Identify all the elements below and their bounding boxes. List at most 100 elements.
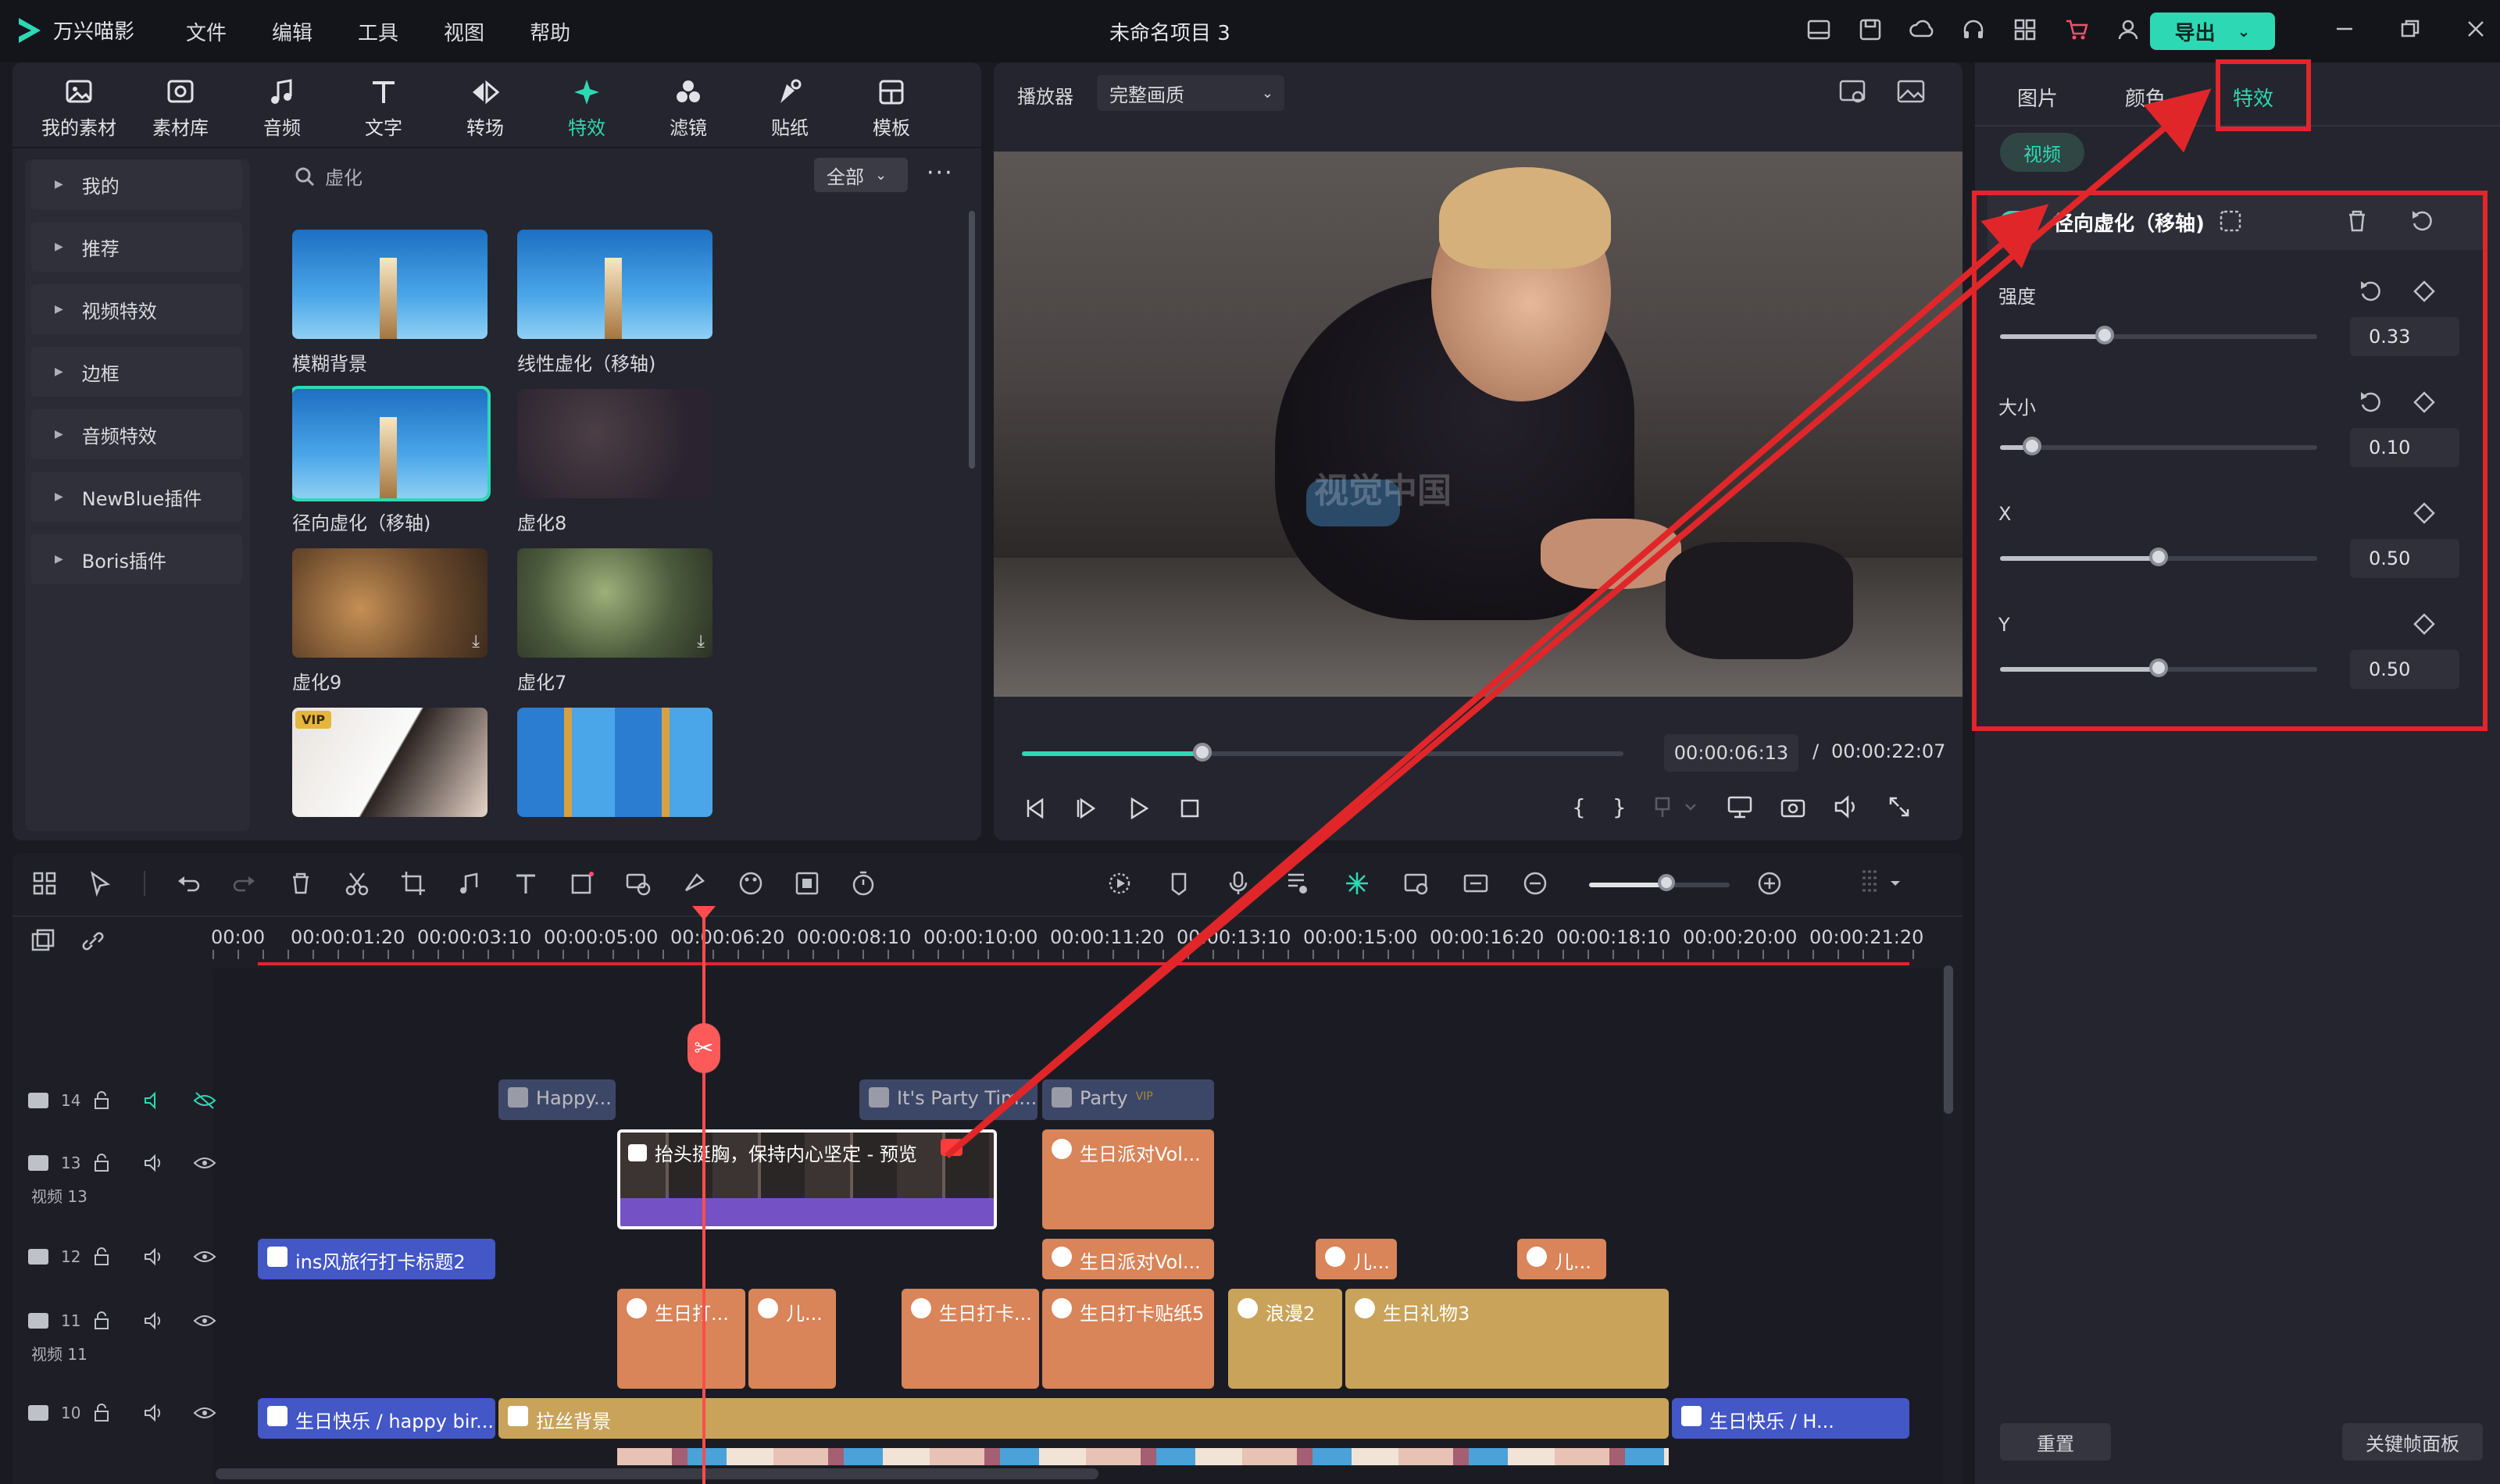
voiceover-icon[interactable] [1284, 870, 1311, 897]
download-icon[interactable]: ⤓ [472, 632, 480, 651]
hidden-eye-icon[interactable] [193, 1090, 216, 1111]
ai-cutout-icon[interactable] [681, 870, 708, 897]
progress-handle[interactable] [1193, 743, 1212, 762]
search-bar[interactable]: 虚化 [294, 162, 362, 190]
category-video-effects[interactable]: ▶ 视频特效 [31, 284, 242, 334]
title-clip[interactable]: 生日快乐 / happy bir... [258, 1398, 495, 1439]
effect-item[interactable]: 模糊背景 [292, 230, 488, 376]
playback-progress[interactable] [1022, 751, 1623, 756]
volume-icon[interactable] [1833, 794, 1859, 820]
sticker-clip[interactable]: 生日礼物3 [1345, 1289, 1669, 1389]
layout-icon[interactable] [1806, 17, 1831, 42]
mark-out-icon[interactable]: } [1612, 794, 1627, 820]
title-clip[interactable]: It's Party Tim... [859, 1079, 1038, 1120]
reset-button[interactable]: 重置 [2000, 1423, 2111, 1461]
category-newblue[interactable]: ▶ NewBlue插件 [31, 472, 242, 522]
tab-my-media[interactable]: 我的素材 [36, 77, 122, 140]
step-back-icon[interactable] [1022, 795, 1048, 822]
timeline-hscroll[interactable] [216, 1468, 1098, 1479]
crop-icon[interactable] [400, 870, 427, 897]
image-icon[interactable] [1895, 77, 1927, 108]
effects-scrollbar[interactable] [969, 211, 975, 469]
video-preview[interactable]: 视觉中国 [994, 152, 1962, 697]
audio-speed-icon[interactable] [456, 870, 483, 897]
sticker-clip[interactable]: 生日打卡贴纸5 [1042, 1289, 1214, 1389]
camera-icon[interactable] [1780, 794, 1806, 820]
ai-smart-icon[interactable] [1344, 870, 1370, 897]
sticker-clip[interactable]: 儿... [1316, 1239, 1397, 1279]
step-forward-icon[interactable] [1073, 795, 1100, 822]
tab-stickers[interactable]: 贴纸 [747, 77, 833, 140]
effect-item[interactable]: VIP [292, 708, 488, 826]
zoom-in-icon[interactable] [1756, 870, 1783, 897]
background-clip[interactable]: 拉丝背景 [498, 1398, 1669, 1439]
tab-effects[interactable]: 特效 [544, 77, 630, 140]
snapshot-compare-icon[interactable] [1838, 77, 1869, 108]
add-track-icon[interactable] [30, 928, 56, 954]
cloud-icon[interactable] [1909, 17, 1934, 42]
sticker-clip[interactable]: 儿... [1517, 1239, 1606, 1279]
export-button[interactable]: 导出 ⌄ [2150, 12, 2275, 50]
search-input[interactable]: 虚化 [325, 162, 362, 190]
effect-item[interactable]: ⤓ 虚化9 [292, 548, 488, 694]
shape-icon[interactable] [569, 870, 595, 897]
keyframe-panel-button[interactable]: 关键帧面板 [2342, 1423, 2483, 1461]
category-border[interactable]: ▶ 边框 [31, 347, 242, 397]
category-audio-effects[interactable]: ▶ 音频特效 [31, 409, 242, 459]
title-clip[interactable]: ins风旅行打卡标题2 [258, 1239, 495, 1279]
category-boris[interactable]: ▶ Boris插件 [31, 534, 242, 584]
insert-icon[interactable] [1653, 794, 1700, 820]
mute-icon[interactable] [143, 1090, 166, 1111]
title-clip[interactable]: 生日快乐 / H... [1672, 1398, 1909, 1439]
save-icon[interactable] [1858, 17, 1883, 42]
effect-item[interactable] [517, 708, 712, 826]
subtab-video[interactable]: 视频 [2000, 133, 2084, 172]
lock-icon[interactable] [91, 1403, 112, 1423]
tab-library[interactable]: 素材库 [138, 77, 223, 140]
tab-audio[interactable]: 音频 [239, 77, 325, 140]
layout-grid-icon[interactable] [31, 870, 58, 897]
tab-filters[interactable]: 滤镜 [645, 77, 731, 140]
restore-icon[interactable] [2398, 17, 2422, 41]
menu-view[interactable]: 视图 [444, 17, 484, 46]
volume-icon[interactable] [143, 1311, 166, 1331]
menu-file[interactable]: 文件 [186, 17, 227, 46]
timer-icon[interactable] [850, 870, 877, 897]
lock-icon[interactable] [91, 1090, 112, 1111]
redo-icon[interactable] [231, 870, 258, 897]
stop-icon[interactable] [1177, 795, 1203, 822]
tab-color[interactable]: 颜色 [2125, 83, 2166, 112]
title-clip[interactable]: Happy... [498, 1079, 616, 1120]
user-icon[interactable] [2116, 17, 2141, 42]
zoom-out-icon[interactable] [1522, 870, 1548, 897]
more-options-icon[interactable]: ··· [927, 159, 954, 187]
category-recommend[interactable]: ▶ 推荐 [31, 222, 242, 272]
timeline-vscroll[interactable] [1944, 965, 1953, 1114]
current-time[interactable]: 00:00:06:13 [1664, 734, 1798, 772]
sticker-clip[interactable]: 生日派对Vol... [1042, 1239, 1214, 1279]
pip-icon[interactable] [1403, 870, 1430, 897]
lock-icon[interactable] [91, 1311, 112, 1331]
volume-icon[interactable] [143, 1153, 166, 1173]
tab-picture[interactable]: 图片 [2017, 83, 2058, 112]
marker-icon[interactable] [1166, 870, 1192, 897]
menu-tools[interactable]: 工具 [358, 17, 398, 46]
sticker-clip[interactable]: 生日派对Vol... [1042, 1129, 1214, 1229]
work-area-bar[interactable] [258, 962, 1909, 965]
zoom-handle[interactable] [1658, 874, 1675, 891]
color-palette-icon[interactable] [738, 870, 764, 897]
headset-icon[interactable] [1961, 17, 1986, 42]
effect-item[interactable]: 虚化8 [517, 389, 712, 535]
eye-icon[interactable] [193, 1403, 216, 1423]
play-icon[interactable] [1125, 795, 1152, 822]
volume-icon[interactable] [143, 1247, 166, 1267]
category-mine[interactable]: ▶ 我的 [31, 159, 242, 209]
track-view-menu-icon[interactable] [1856, 867, 1906, 898]
scissors-icon[interactable] [344, 870, 370, 897]
lock-icon[interactable] [91, 1247, 112, 1267]
display-icon[interactable] [1727, 794, 1753, 820]
playhead[interactable] [702, 911, 705, 1484]
tab-templates[interactable]: 模板 [848, 77, 934, 140]
title-clip[interactable]: Party VIP [1042, 1079, 1214, 1120]
tab-text[interactable]: 文字 [341, 77, 427, 140]
